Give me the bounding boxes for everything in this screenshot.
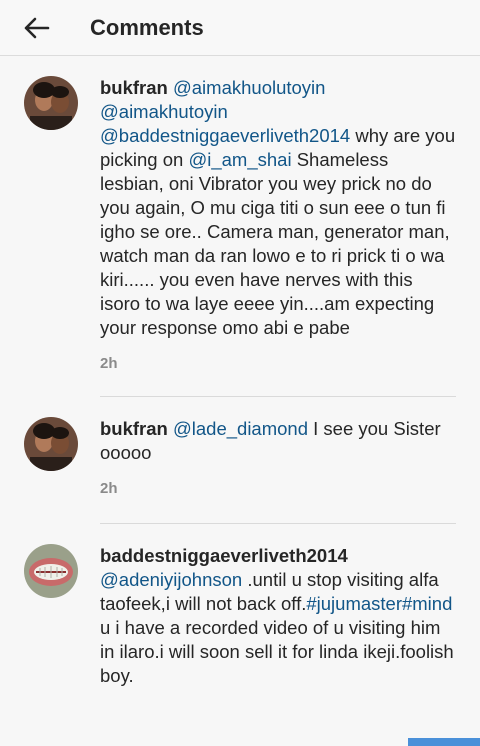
comment-text: Shameless lesbian, oni Vibrator you wey … [100, 149, 450, 338]
avatar[interactable] [24, 417, 78, 471]
scroll-indicator [408, 738, 480, 746]
hashtag-link[interactable]: #jujumaster#mind [306, 593, 452, 614]
arrow-left-icon [24, 17, 50, 38]
comment-username[interactable]: bukfran [100, 77, 168, 98]
comment-body: baddestniggaeverliveth2014 @adeniyijohns… [100, 544, 456, 688]
avatar[interactable] [24, 76, 78, 130]
comment-body: bukfran @aimakhuolutoyin @aimakhutoyin @… [100, 76, 456, 376]
mention-link[interactable]: @adeniyijohnson [100, 569, 242, 590]
comment-text: u i have a recorded video of u visiting … [100, 617, 454, 686]
comment-timestamp: 2h [100, 355, 118, 372]
mention-link[interactable]: @baddestniggaeverliveth2014 [100, 125, 350, 146]
avatar[interactable] [24, 544, 78, 598]
mention-link[interactable]: @aimakhutoyin [100, 101, 228, 122]
app-header: Comments [0, 0, 480, 56]
comment-body: bukfran @lade_diamond I see you Sister o… [100, 417, 456, 501]
comment-item: baddestniggaeverliveth2014 @adeniyijohns… [0, 524, 480, 688]
comment-username[interactable]: baddestniggaeverliveth2014 [100, 545, 348, 566]
mention-link[interactable]: @lade_diamond [173, 418, 308, 439]
mention-link[interactable]: @aimakhuolutoyin [173, 77, 325, 98]
comment-timestamp: 2h [100, 480, 118, 497]
comment-item: bukfran @aimakhuolutoyin @aimakhutoyin @… [0, 56, 480, 376]
page-title: Comments [90, 14, 204, 40]
comment-item: bukfran @lade_diamond I see you Sister o… [0, 397, 480, 501]
comment-username[interactable]: bukfran [100, 418, 168, 439]
mention-link[interactable]: @i_am_shai [188, 149, 291, 170]
back-button[interactable] [0, 0, 72, 56]
